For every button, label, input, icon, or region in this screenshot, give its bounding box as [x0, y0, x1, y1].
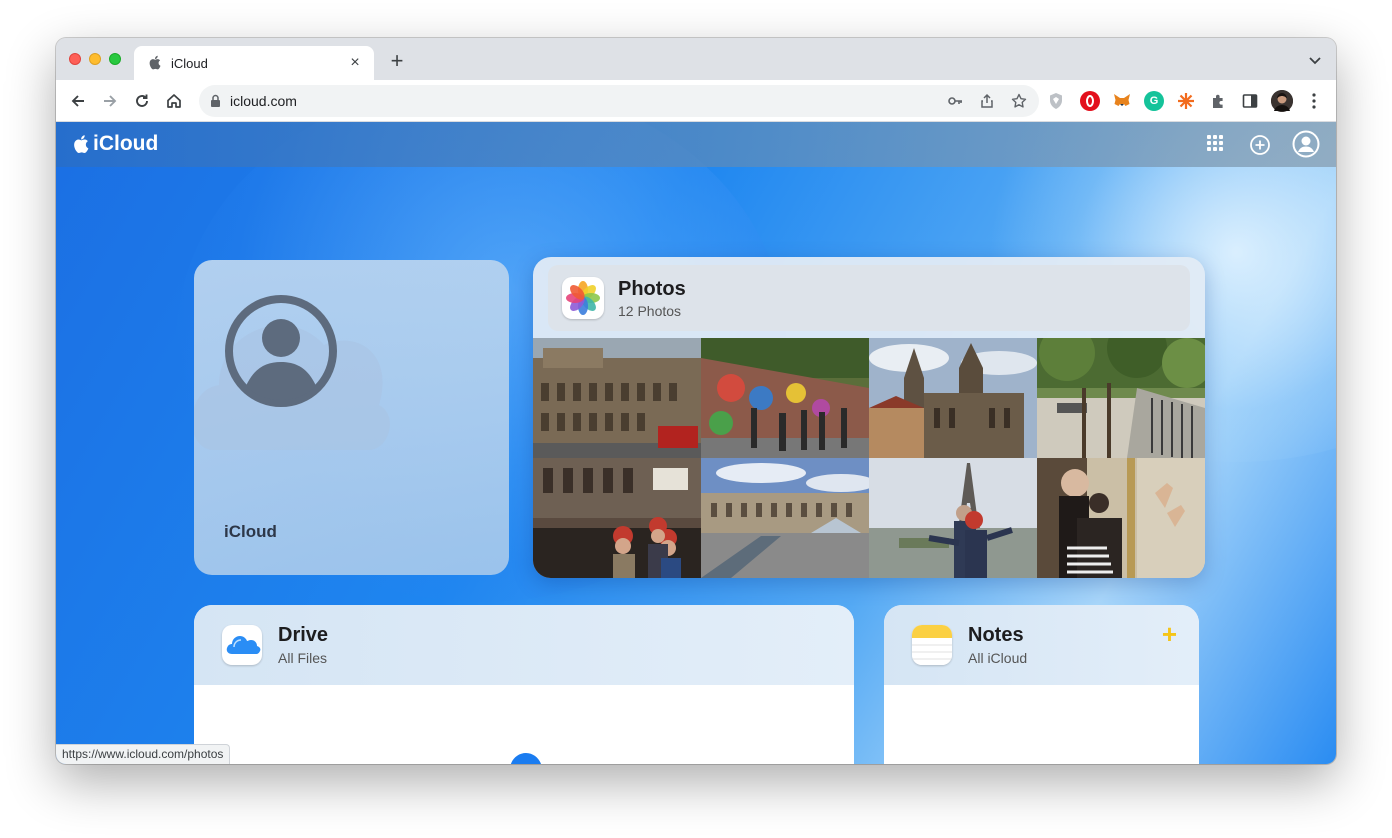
reload-icon[interactable] [131, 90, 153, 112]
photo-thumbnail[interactable] [869, 458, 1037, 578]
opera-extension-icon[interactable] [1080, 91, 1100, 111]
side-panel-icon[interactable] [1240, 91, 1260, 111]
icloud-header: iCloud [56, 122, 1336, 167]
key-icon[interactable] [946, 92, 964, 110]
photo-thumbnail[interactable] [869, 338, 1037, 458]
tab-search-chevron-icon[interactable] [1308, 53, 1322, 67]
drive-title: Drive [278, 624, 329, 646]
new-note-button[interactable]: + [1162, 621, 1177, 647]
link-status-bar: https://www.icloud.com/photos [56, 744, 231, 764]
account-card[interactable]: iCloud [194, 260, 509, 575]
photos-card[interactable]: Photos 12 Photos [533, 257, 1205, 578]
url-text[interactable]: icloud.com [230, 93, 297, 109]
photos-card-header[interactable]: Photos 12 Photos [548, 265, 1190, 331]
share-icon[interactable] [978, 92, 996, 110]
forward-icon[interactable] [99, 90, 121, 112]
lock-icon[interactable] [210, 94, 221, 108]
account-avatar-icon [225, 295, 337, 407]
new-tab-button[interactable]: + [386, 50, 408, 72]
kebab-menu-icon[interactable] [1304, 91, 1324, 111]
account-label: iCloud [224, 522, 277, 541]
metamask-extension-icon[interactable] [1112, 91, 1132, 111]
cloud-upload-icon[interactable] [498, 751, 550, 764]
brand-text: iCloud [93, 132, 159, 155]
photo-grid [533, 338, 1205, 578]
profile-avatar[interactable] [1271, 90, 1293, 112]
drive-card-header[interactable]: Drive All Files [194, 605, 854, 685]
notes-title: Notes [968, 624, 1024, 646]
notes-card-header[interactable]: Notes All iCloud + [884, 605, 1199, 685]
address-bar[interactable]: icloud.com [199, 85, 1039, 117]
apple-logo-icon [74, 135, 89, 154]
icloud-logo[interactable]: iCloud [72, 132, 158, 156]
back-icon[interactable] [67, 90, 89, 112]
icloud-page: iCloud iCloud Photos 12 Photos Drive All… [56, 122, 1336, 764]
grammarly-extension-icon[interactable]: G [1144, 91, 1164, 111]
photos-count: 12 Photos [618, 303, 682, 319]
notes-app-icon [912, 625, 952, 665]
apple-icon [148, 55, 162, 71]
browser-toolbar: icloud.com G [56, 80, 1336, 122]
sparkle-extension-icon[interactable] [1176, 91, 1196, 111]
drive-card[interactable]: Drive All Files [194, 605, 854, 764]
tab-icloud[interactable]: iCloud × [134, 46, 374, 80]
photo-thumbnail[interactable] [533, 458, 701, 578]
notes-subtitle: All iCloud [968, 650, 1028, 666]
notes-card[interactable]: Notes All iCloud + [884, 605, 1199, 764]
photos-title: Photos [618, 278, 686, 300]
puzzle-icon[interactable] [1208, 91, 1228, 111]
star-icon[interactable] [1010, 92, 1028, 110]
photo-thumbnail[interactable] [1037, 338, 1205, 458]
close-window-button[interactable] [69, 53, 81, 65]
minimize-window-button[interactable] [89, 53, 101, 65]
drive-app-icon [222, 625, 262, 665]
photo-thumbnail[interactable] [533, 338, 701, 458]
photo-thumbnail[interactable] [1037, 458, 1205, 578]
tab-title: iCloud [171, 56, 208, 71]
browser-window: iCloud × + icloud.com G iCloud iCloud Ph… [56, 38, 1336, 764]
add-icon[interactable] [1247, 132, 1273, 158]
photo-thumbnail[interactable] [701, 458, 869, 578]
account-icon[interactable] [1292, 130, 1320, 158]
close-tab-icon[interactable]: × [346, 54, 364, 72]
app-grid-icon[interactable] [1204, 132, 1230, 158]
photos-app-icon [562, 277, 604, 319]
photo-thumbnail[interactable] [701, 338, 869, 458]
drive-subtitle: All Files [278, 650, 328, 666]
home-icon[interactable] [163, 90, 185, 112]
shield-extension-icon[interactable] [1046, 91, 1066, 111]
tab-strip: iCloud × + [56, 38, 1336, 80]
zoom-window-button[interactable] [109, 53, 121, 65]
